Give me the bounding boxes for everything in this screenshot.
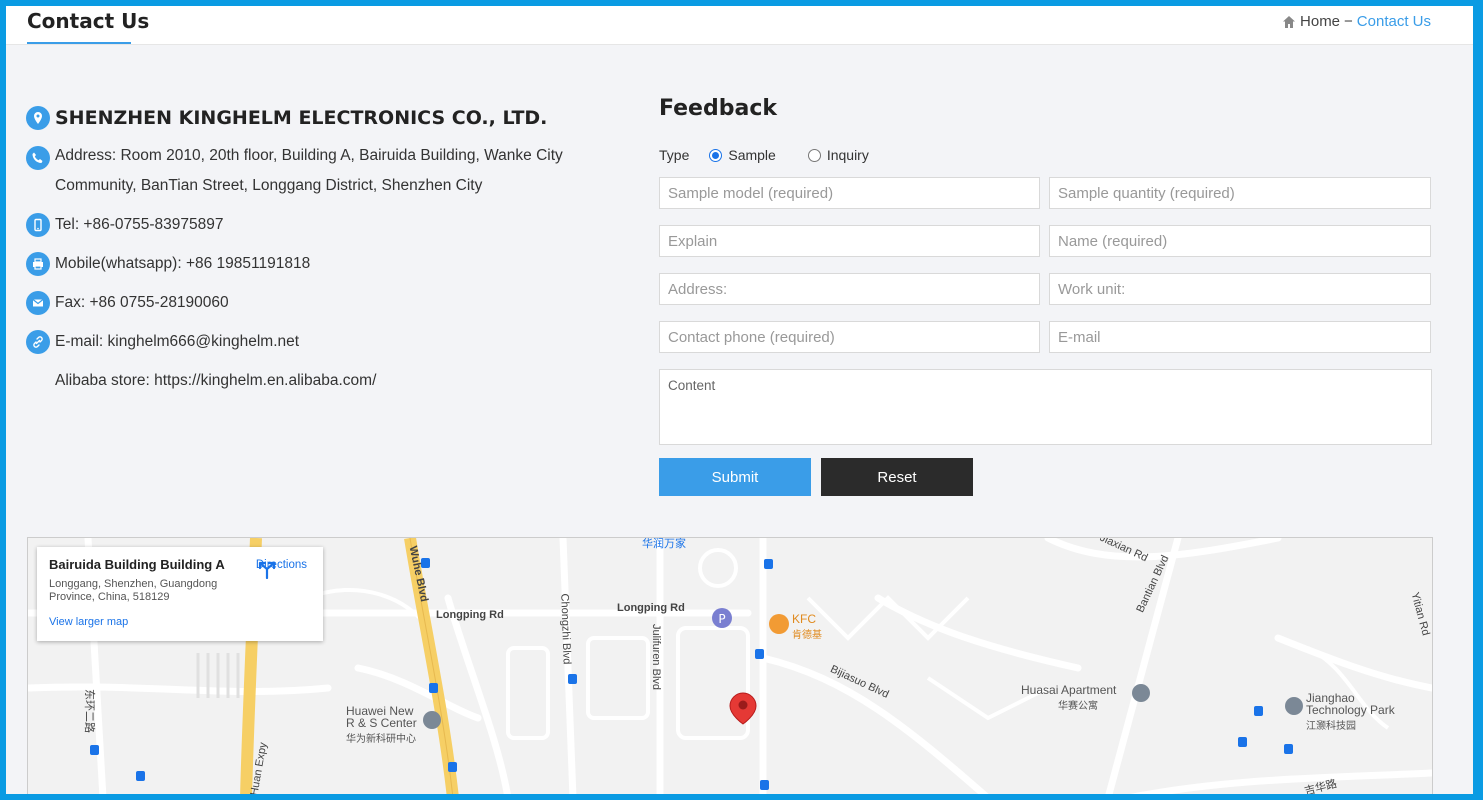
address-text: Address: Room 2010, 20th floor, Building… <box>55 147 563 194</box>
submit-button[interactable]: Submit <box>659 458 811 496</box>
breadcrumb-separator: − <box>1344 13 1353 30</box>
map-label-huawei: Huawei New R & S Center <box>346 704 417 730</box>
printer-icon <box>26 252 50 276</box>
map-label-huasai-cn: 华赛公寓 <box>1058 701 1098 712</box>
type-option-inquiry[interactable]: Inquiry <box>827 147 869 163</box>
sample-quantity-input[interactable]: Sample quantity (required) <box>1049 177 1431 209</box>
tel-row: Tel: +86-0755-83975897 <box>26 213 626 240</box>
map-label-kfc: KFC <box>792 612 816 626</box>
embedded-map[interactable]: P 华润万家 Wuhe Blvd Longping Rd Longping Rd… <box>27 537 1433 794</box>
directions-button[interactable]: Directions <box>256 559 307 579</box>
map-label-jianghao-cn: 江灏科技园 <box>1306 721 1356 732</box>
sample-model-input[interactable]: Sample model (required) <box>659 177 1040 209</box>
contact-phone-input[interactable]: Contact phone (required) <box>659 321 1040 353</box>
mobile-text: Mobile(whatsapp): +86 19851191818 <box>55 255 311 272</box>
type-row: Type Sample Inquiry <box>659 147 1432 163</box>
map-place-card: Bairuida Building Building A Longgang, S… <box>37 547 323 641</box>
content-textarea[interactable]: Content <box>659 369 1432 445</box>
map-label-dong: 东环二路 <box>83 689 95 733</box>
map-label-kfc-cn: 肯德基 <box>792 630 822 641</box>
fax-row: Fax: +86 0755-28190060 <box>26 291 626 318</box>
directions-icon <box>258 561 275 579</box>
page-title: Contact Us <box>27 9 150 33</box>
work-unit-input[interactable]: Work unit: <box>1049 273 1431 305</box>
feedback-title: Feedback <box>659 96 777 121</box>
map-label-chongzhi: Chongzhi Blvd <box>558 593 573 665</box>
location-icon <box>26 106 50 130</box>
mobile-icon <box>26 213 50 237</box>
breadcrumb-current[interactable]: Contact Us <box>1357 13 1431 30</box>
explain-input[interactable]: Explain <box>659 225 1040 257</box>
map-place-address: Longgang, Shenzhen, Guangdong Province, … <box>49 578 218 603</box>
phone-icon <box>26 146 50 170</box>
company-row: SHENZHEN KINGHELM ELECTRONICS CO., LTD. <box>26 106 626 130</box>
breadcrumb-home-link[interactable]: Home <box>1300 13 1340 30</box>
type-radio-inquiry[interactable] <box>807 148 821 162</box>
email-text[interactable]: E-mail: kinghelm666@kinghelm.net <box>55 327 299 357</box>
alibaba-text[interactable]: Alibaba store: https://kinghelm.en.aliba… <box>55 366 376 396</box>
form-buttons: Submit Reset <box>659 458 1432 496</box>
envelope-icon <box>26 291 50 315</box>
svg-text:P: P <box>718 612 725 626</box>
map-label-longping-left: Longping Rd <box>436 609 504 621</box>
mobile-row: Mobile(whatsapp): +86 19851191818 <box>26 252 626 279</box>
address-row: Address: Room 2010, 20th floor, Building… <box>26 144 626 201</box>
title-underline <box>27 42 131 44</box>
fax-text: Fax: +86 0755-28190060 <box>55 294 229 311</box>
type-radio-sample[interactable] <box>709 148 723 162</box>
name-input[interactable]: Name (required) <box>1049 225 1431 257</box>
address-input[interactable]: Address: <box>659 273 1040 305</box>
top-bar: Contact Us Home − Contact Us <box>6 6 1473 45</box>
map-label-julifuren: Julifuren Blvd <box>650 623 663 691</box>
email-row: E-mail: kinghelm666@kinghelm.net <box>26 330 626 357</box>
company-name: SHENZHEN KINGHELM ELECTRONICS CO., LTD. <box>55 107 548 129</box>
feedback-form: Feedback Type Sample Inquiry Sample mode… <box>659 96 1432 496</box>
reset-button[interactable]: Reset <box>821 458 973 496</box>
page-frame: Contact Us Home − Contact Us SHENZHEN KI… <box>6 6 1473 794</box>
home-icon <box>1283 15 1296 28</box>
form-fields: Sample model (required) Sample quantity … <box>659 177 1432 353</box>
map-label-huasai: Huasai Apartment <box>1021 683 1117 697</box>
contact-info: SHENZHEN KINGHELM ELECTRONICS CO., LTD. … <box>26 106 626 408</box>
link-icon <box>26 330 50 354</box>
email-input[interactable]: E-mail <box>1049 321 1431 353</box>
view-larger-map-link[interactable]: View larger map <box>49 616 311 628</box>
map-label-jianghao: Jianghao Technology Park <box>1306 691 1395 717</box>
type-label: Type <box>659 147 690 163</box>
type-option-sample[interactable]: Sample <box>728 147 775 163</box>
map-label-top-cn: 华润万家 <box>642 538 686 550</box>
tel-text: Tel: +86-0755-83975897 <box>55 216 224 233</box>
map-label-huawei-cn: 华为新科研中心 <box>346 734 416 745</box>
alibaba-row: Alibaba store: https://kinghelm.en.aliba… <box>26 369 626 396</box>
map-label-longping-right: Longping Rd <box>617 602 685 614</box>
breadcrumb: Home − Contact Us <box>1282 13 1431 30</box>
